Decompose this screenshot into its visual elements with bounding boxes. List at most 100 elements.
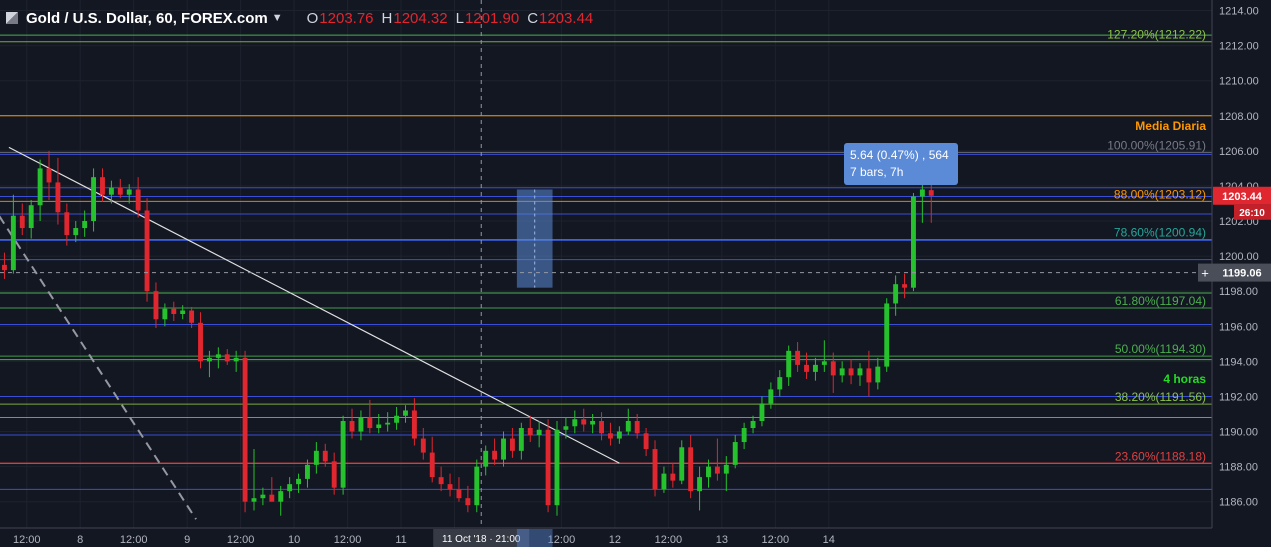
candle-body <box>670 473 676 481</box>
candle-body <box>652 449 658 490</box>
price-tick-label: 1198.00 <box>1219 286 1258 298</box>
candle-body <box>420 438 426 453</box>
candle-body <box>206 357 212 362</box>
time-tick-label: 9 <box>184 534 190 546</box>
time-tick-label: 14 <box>823 534 835 546</box>
candle-body <box>91 177 97 222</box>
plus-icon[interactable]: + <box>1201 266 1209 281</box>
measure-tooltip-line2: 7 bars, 7h <box>850 165 904 179</box>
candle-body <box>403 410 408 416</box>
low-value: 1201.90 <box>464 9 520 27</box>
candle-body <box>928 190 934 196</box>
candle-body <box>305 464 310 479</box>
price-chart[interactable]: 127.20%(1212.22) 100.00%(1205.91) 88.00%(1… <box>0 0 1271 547</box>
candle-body <box>563 426 569 430</box>
candle-body <box>100 177 105 195</box>
candle-body <box>777 377 783 390</box>
price-tick-label: 1192.00 <box>1219 391 1258 403</box>
high-key: H <box>381 9 393 27</box>
time-tick-label: 8 <box>77 534 83 546</box>
measure-time-range <box>516 529 553 547</box>
candle-body <box>786 350 792 378</box>
candle-body <box>394 415 400 423</box>
open-value: 1203.76 <box>319 9 374 27</box>
countdown-label: 26:10 <box>1239 208 1265 219</box>
candle-body <box>465 498 471 506</box>
candle-body <box>732 442 738 465</box>
fib-level-label: 61.80%(1197.04) <box>1115 294 1206 308</box>
time-tick-label: 12:00 <box>762 534 790 546</box>
candle-body <box>759 403 765 421</box>
candle-body <box>189 310 195 323</box>
price-tick-label: 1188.00 <box>1219 462 1258 474</box>
candle-body <box>438 477 444 485</box>
candle-body <box>144 210 150 292</box>
candle-body <box>233 357 239 362</box>
candle-body <box>750 420 756 429</box>
price-tick-label: 1194.00 <box>1219 356 1258 368</box>
price-axis[interactable]: 1186.00 1188.00 1190.00 1192.00 1194.00 1196.… <box>1219 6 1259 509</box>
time-axis-background[interactable] <box>0 528 1212 547</box>
candle-body <box>616 431 622 439</box>
candle-body <box>55 182 61 213</box>
candle-body <box>501 438 506 460</box>
candle-body <box>224 354 230 362</box>
candle-body <box>608 433 613 439</box>
candle-body <box>492 450 498 460</box>
candle-body <box>714 466 720 474</box>
candle-body <box>447 484 453 490</box>
candle-body <box>198 322 203 362</box>
candle-body <box>697 477 703 492</box>
candle-body <box>545 429 551 506</box>
candle-body <box>269 494 275 502</box>
time-tick-label: 12:00 <box>227 534 255 546</box>
time-tick-label: 12:00 <box>655 534 683 546</box>
flag-icon <box>6 12 18 24</box>
time-tick-label: 10 <box>288 534 300 546</box>
candle-body <box>919 189 925 197</box>
candle-body <box>893 284 899 304</box>
chevron-down-icon[interactable]: ▼ <box>272 12 283 24</box>
candle-body <box>2 264 7 271</box>
candle-body <box>162 308 168 320</box>
candle-body <box>411 410 417 439</box>
time-tick-label: 11 <box>395 534 406 546</box>
candle-body <box>554 429 560 506</box>
candle-body <box>723 464 729 474</box>
candle-body <box>581 419 587 425</box>
time-tick-label: 12:00 <box>334 534 362 546</box>
candle-body <box>260 494 266 499</box>
candle-body <box>741 428 747 443</box>
fib-level-label: 100.00%(1205.91) <box>1107 138 1206 152</box>
candle-body <box>349 420 355 432</box>
candle-body <box>46 168 52 183</box>
candle-body <box>661 473 667 490</box>
candle-body <box>251 498 257 502</box>
candle-body <box>830 361 836 376</box>
candle-body <box>509 438 515 451</box>
candle-body <box>331 461 337 488</box>
chart-background <box>0 0 1271 547</box>
candle-body <box>296 478 301 485</box>
candle-body <box>340 420 346 488</box>
candle-body <box>82 221 88 229</box>
price-tick-label: 1214.00 <box>1219 6 1259 18</box>
candle-body <box>108 187 114 195</box>
media-diaria-label: Media Diaria <box>1135 119 1206 133</box>
candle-body <box>706 466 711 478</box>
time-tick-label: 13 <box>716 534 728 546</box>
candle-body <box>688 447 694 492</box>
candle-body <box>456 489 462 499</box>
candle-body <box>768 389 774 404</box>
candle-body <box>679 447 685 481</box>
measure-tooltip-line1: 5.64 (0.47%) , 564 <box>850 148 949 162</box>
symbol-title[interactable]: Gold / U.S. Dollar, 60, FOREX.com <box>26 10 268 27</box>
price-tick-label: 1196.00 <box>1219 321 1258 333</box>
symbol-legend[interactable]: Gold / U.S. Dollar, 60, FOREX.com ▼ O 120… <box>6 4 593 32</box>
candle-body <box>483 450 489 467</box>
close-value: 1203.44 <box>539 9 594 27</box>
candle-body <box>821 361 827 365</box>
candle-body <box>902 284 907 288</box>
candle-body <box>866 368 872 383</box>
fib-level-label: 50.00%(1194.30) <box>1115 342 1206 356</box>
